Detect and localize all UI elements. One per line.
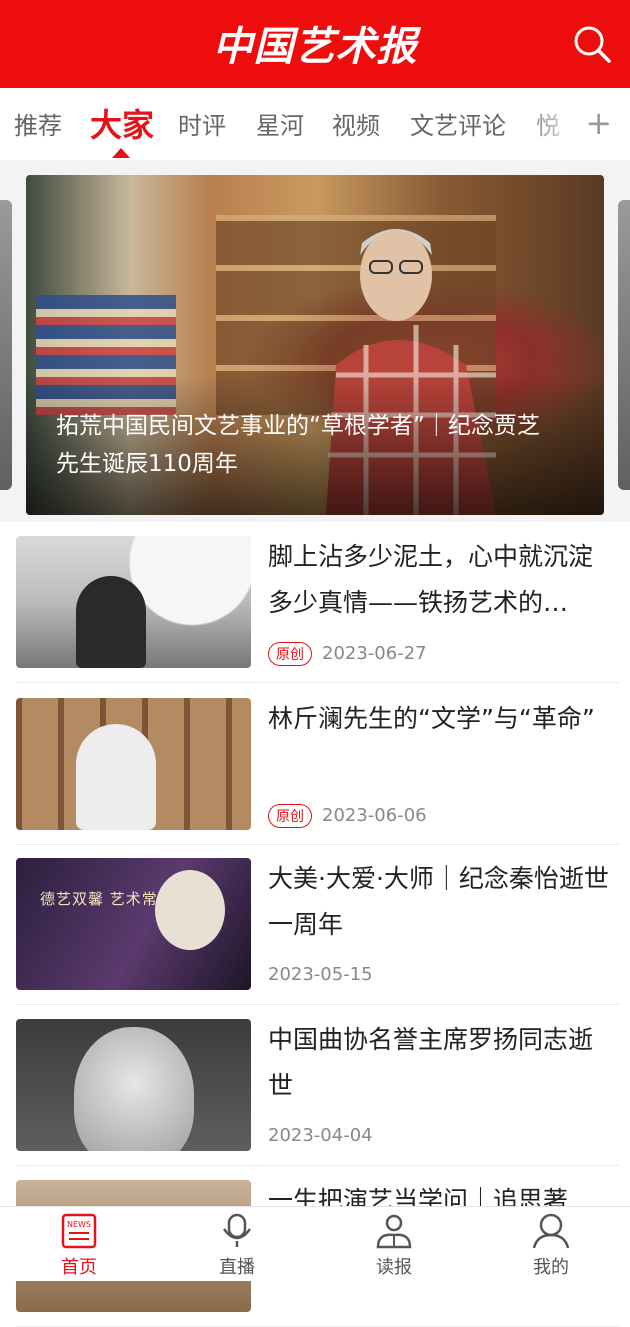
app-header: 中国艺术报 <box>0 0 630 88</box>
nav-read-paper[interactable]: 读报 <box>344 1213 444 1279</box>
list-item[interactable]: 德艺双馨 艺术常青 大美·大爱·大师｜纪念秦怡逝世一周年 2023-05-15 <box>16 844 620 1005</box>
article-meta: 原创 2023-06-06 <box>268 804 427 828</box>
tab-literary-criticism[interactable]: 文艺评论 <box>410 106 506 141</box>
tab-xinghe[interactable]: 星河 <box>256 106 304 141</box>
tab-masters[interactable]: 大家 <box>90 100 154 146</box>
tab-fade <box>520 92 580 152</box>
article-date: 2023-06-27 <box>322 643 427 664</box>
carousel-next-peek[interactable] <box>618 200 630 490</box>
search-button[interactable] <box>572 24 612 64</box>
article-title: 大美·大爱·大师｜纪念秦怡逝世一周年 <box>268 864 609 939</box>
original-badge: 原创 <box>268 642 312 666</box>
svg-text:NEWS: NEWS <box>67 1220 91 1229</box>
add-tab-button[interactable]: + <box>585 104 612 142</box>
list-item[interactable]: 中国曲协名誉主席罗扬同志逝世 2023-04-04 <box>16 1005 620 1166</box>
microphone-icon <box>222 1213 252 1247</box>
article-date: 2023-06-06 <box>322 805 427 826</box>
reader-icon <box>376 1214 412 1249</box>
article-date: 2023-04-04 <box>268 1125 373 1146</box>
article-title: 脚上沾多少泥土，心中就沉淀多少真情——铁扬艺术的… <box>268 542 594 617</box>
article-meta: 2023-05-15 <box>268 964 373 985</box>
news-icon: NEWS <box>61 1213 97 1249</box>
thumbnail-caption: 德艺双馨 艺术常青 <box>40 890 174 908</box>
thumbnail-portrait <box>155 870 225 950</box>
article-thumbnail: 德艺双馨 艺术常青 <box>16 858 251 990</box>
article-meta: 原创 2023-06-27 <box>268 642 427 666</box>
original-badge: 原创 <box>268 804 312 828</box>
list-item[interactable]: 脚上沾多少泥土，心中就沉淀多少真情——铁扬艺术的… 原创 2023-06-27 <box>16 522 620 683</box>
article-thumbnail <box>16 1019 251 1151</box>
nav-home-label: 首页 <box>61 1257 97 1278</box>
article-thumbnail <box>16 698 251 830</box>
nav-read-paper-label: 读报 <box>376 1257 412 1278</box>
thumbnail-portrait <box>74 1027 194 1151</box>
app-logo: 中国艺术报 <box>212 23 418 70</box>
user-icon <box>532 1213 570 1249</box>
article-thumbnail <box>16 536 251 668</box>
tab-commentary[interactable]: 时评 <box>178 106 226 141</box>
nav-live[interactable]: 直播 <box>187 1213 287 1279</box>
nav-profile-label: 我的 <box>533 1257 569 1278</box>
bottom-navigation: NEWS 首页 直播 读报 我的 <box>0 1206 630 1281</box>
nav-profile[interactable]: 我的 <box>501 1213 601 1279</box>
active-tab-indicator <box>112 148 130 158</box>
banner-title: 拓荒中国民间文艺事业的“草根学者”｜纪念贾芝先生诞辰110周年 <box>56 413 540 477</box>
tab-recommend[interactable]: 推荐 <box>14 106 62 141</box>
article-title: 林斤澜先生的“文学”与“革命” <box>268 704 595 733</box>
tab-video[interactable]: 视频 <box>332 106 380 141</box>
article-meta: 2023-04-04 <box>268 1125 373 1146</box>
list-item[interactable]: 林斤澜先生的“文学”与“革命” 原创 2023-06-06 <box>16 684 620 845</box>
carousel-prev-peek[interactable] <box>0 200 12 490</box>
nav-home[interactable]: NEWS 首页 <box>29 1213 129 1279</box>
article-title: 中国曲协名誉主席罗扬同志逝世 <box>268 1025 594 1100</box>
article-date: 2023-05-15 <box>268 964 373 985</box>
featured-banner[interactable]: 拓荒中国民间文艺事业的“草根学者”｜纪念贾芝先生诞辰110周年 <box>26 175 604 515</box>
nav-live-label: 直播 <box>219 1257 255 1278</box>
search-icon <box>574 26 611 63</box>
